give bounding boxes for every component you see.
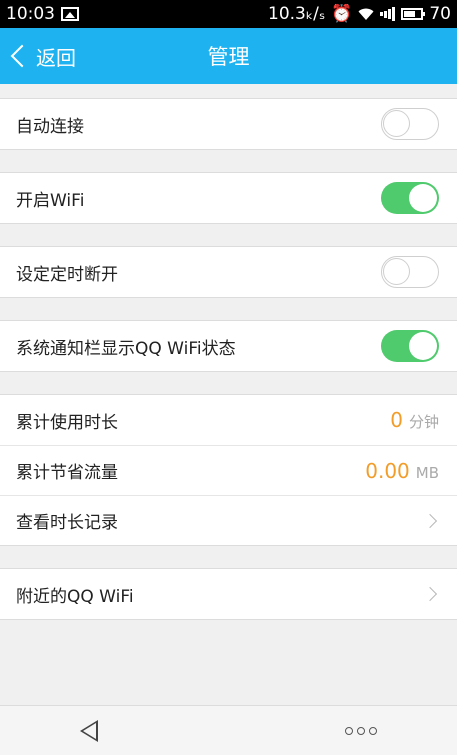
- battery-level: 70: [429, 4, 451, 24]
- row-notify-status: 系统通知栏显示QQ WiFi状态: [0, 321, 457, 371]
- group-open-wifi: 开启WiFi: [0, 172, 457, 224]
- status-right: 10.3ₖ/ₛ ⏰ 70: [268, 4, 451, 24]
- nearby-wifi-label: 附近的QQ WiFi: [16, 586, 134, 607]
- notify-status-label: 系统通知栏显示QQ WiFi状态: [16, 338, 236, 359]
- auto-connect-label: 自动连接: [16, 116, 84, 137]
- toggle-knob: [383, 258, 410, 285]
- status-bar: 10:03 10.3ₖ/ₛ ⏰ 70: [0, 0, 457, 28]
- image-icon: [61, 7, 79, 21]
- back-button[interactable]: 返回: [8, 28, 76, 84]
- row-timed-disconnect: 设定定时断开: [0, 247, 457, 297]
- wifi-icon: [358, 7, 374, 21]
- toggle-knob: [383, 110, 410, 137]
- group-auto-connect: 自动连接: [0, 98, 457, 150]
- usage-time-number: 0: [390, 408, 403, 432]
- back-chevron-icon: [10, 44, 34, 68]
- timed-disconnect-label: 设定定时断开: [16, 264, 118, 285]
- row-open-wifi: 开启WiFi: [0, 173, 457, 223]
- chevron-right-icon: [422, 586, 438, 602]
- battery-icon: [401, 8, 426, 20]
- row-history[interactable]: 查看时长记录: [0, 495, 457, 545]
- open-wifi-toggle[interactable]: [381, 182, 439, 214]
- row-nearby-wifi[interactable]: 附近的QQ WiFi: [0, 569, 457, 619]
- usage-time-label: 累计使用时长: [16, 412, 118, 433]
- history-label: 查看时长记录: [16, 513, 118, 533]
- data-saved-label: 累计节省流量: [16, 463, 118, 483]
- chevron-right-icon: [422, 513, 438, 528]
- timed-disconnect-toggle[interactable]: [381, 256, 439, 288]
- data-saved-unit: MB: [415, 463, 439, 482]
- group-notify-status: 系统通知栏显示QQ WiFi状态: [0, 320, 457, 372]
- status-time: 10:03: [6, 4, 55, 24]
- auto-connect-toggle[interactable]: [381, 108, 439, 140]
- data-saved-value: 0.00 MB: [365, 459, 439, 483]
- usage-time-value: 0 分钟: [390, 408, 439, 432]
- usage-time-unit: 分钟: [408, 413, 439, 431]
- data-saved-number: 0.00: [365, 458, 410, 483]
- row-data-saved: 累计节省流量 0.00 MB: [0, 445, 457, 495]
- group-stats: 累计使用时长 0 分钟 累计节省流量 0.00 MB 查看时长记录: [0, 394, 457, 546]
- nav-bar: 返回 管理: [0, 28, 457, 84]
- back-triangle-icon[interactable]: [80, 719, 98, 742]
- group-nearby: 附近的QQ WiFi: [0, 568, 457, 620]
- bottom-bar: [0, 705, 457, 755]
- network-speed: 10.3ₖ/ₛ: [268, 4, 326, 24]
- group-timed-disconnect: 设定定时断开: [0, 246, 457, 298]
- row-auto-connect: 自动连接: [0, 99, 457, 149]
- toggle-knob: [409, 332, 437, 360]
- back-label: 返回: [36, 45, 76, 70]
- more-dots-icon[interactable]: [345, 726, 377, 735]
- alarm-icon: ⏰: [331, 4, 353, 24]
- status-left: 10:03: [6, 4, 79, 24]
- notify-status-toggle[interactable]: [381, 330, 439, 362]
- page-title: 管理: [207, 45, 250, 69]
- signal-icon: [380, 7, 396, 21]
- toggle-knob: [409, 184, 437, 212]
- row-usage-time: 累计使用时长 0 分钟: [0, 395, 457, 445]
- open-wifi-label: 开启WiFi: [16, 190, 85, 211]
